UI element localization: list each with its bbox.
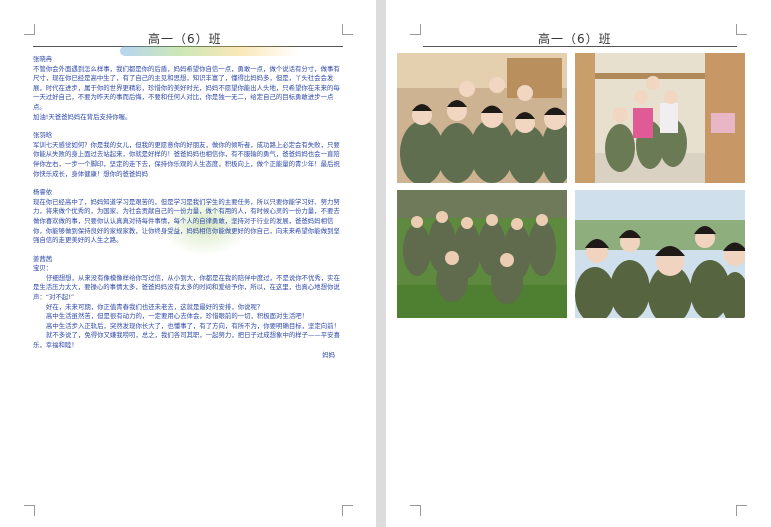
letter-paragraph: 仔细想想，从来没有像模像样给你写过信，从小到大，你都是在我的陪伴中度过，不是说你… (33, 273, 340, 302)
letter-recipient-name: 张羽晗 (33, 131, 53, 140)
letter-block: 杨睿依 现在你已经高中了，妈妈知道学习是艰苦的，但是学习是我们学生的主要任务，所… (33, 188, 345, 246)
document-page-left: 高一（6）班 张晓冉 不管你会外面遇到怎么样事，我们都是你的后盾，妈妈希望你自信… (0, 0, 376, 527)
letter-salutation: 宝贝： (33, 264, 53, 273)
letter-recipient-name: 姜茜茜 (33, 254, 53, 263)
page-corner-mark (24, 24, 35, 35)
photo-outdoor-selfie (575, 190, 745, 318)
letter-paragraph: 现在你已经高中了，妈妈知道学习是艰苦的，但是学习是我们学生的主要任务，所以只要你… (33, 197, 340, 245)
letter-recipient-name: 杨睿依 (33, 188, 53, 197)
page-corner-mark (342, 505, 353, 516)
letter-paragraph: 就不多说了，免得你又嫌我唠叨，总之，我们各司其职，一起努力，把日子过成想象中的样… (33, 331, 340, 350)
letters-body: 张晓冉 不管你会外面遇到怎么样事，我们都是你的后盾，妈妈希望你自信一点，勇敢一点… (33, 55, 345, 369)
header-rule (423, 46, 737, 47)
letter-block: 姜茜茜 宝贝： 仔细想想，从来没有像模像样给你写过信，从小到大，你都是在我的陪伴… (33, 255, 345, 361)
page-corner-mark (410, 24, 421, 35)
letter-paragraph: 好在，未来可期，你正值青春我们也还未老去，这就是最好的安排，你说呢？ (46, 302, 264, 311)
letter-paragraph: 加油!天爸爸妈妈在背后支持你喔。 (33, 112, 132, 121)
page-corner-mark (736, 24, 747, 35)
photo-lawn-group (397, 190, 567, 318)
page-header-title: 高一（6）班 (148, 32, 222, 46)
letter-paragraph: 高中生活虽然苦，但是很有动力的，一定要用心去体会，珍惜眼前的一切，积极面对生活吧… (46, 312, 309, 321)
page-corner-mark (342, 24, 353, 35)
photo-dorm-group (397, 53, 567, 183)
page-corner-mark (24, 505, 35, 516)
letter-paragraph: 高中生活步入正轨后，突然发现你长大了，也懂事了，有了方向，有所不为，你要明确目标… (46, 321, 340, 330)
page-corner-mark (410, 505, 421, 516)
page-gutter (376, 0, 386, 527)
letter-paragraph: 军训七天感觉如何？你是我的女儿，但我的更愿意你的好朋友，做你的倾听者，成功路上必… (33, 140, 340, 178)
letter-block: 张晓冉 不管你会外面遇到怎么样事，我们都是你的后盾，妈妈希望你自信一点，勇敢一点… (33, 55, 345, 122)
letter-block: 张羽晗 军训七天感觉如何？你是我的女儿，但我的更愿意你的好朋友，做你的倾听者，成… (33, 131, 345, 179)
photo-dorm-room (575, 53, 745, 183)
letter-signature: 妈妈 (322, 350, 335, 359)
letter-paragraph: 不管你会外面遇到怎么样事，我们都是你的后盾，妈妈希望你自信一点，勇敢一点，做个说… (33, 64, 340, 111)
page-header-title: 高一（6）班 (538, 32, 612, 46)
letter-recipient-name: 张晓冉 (33, 55, 53, 63)
document-page-right: 高一（6）班 (386, 0, 771, 527)
page-corner-mark (736, 505, 747, 516)
